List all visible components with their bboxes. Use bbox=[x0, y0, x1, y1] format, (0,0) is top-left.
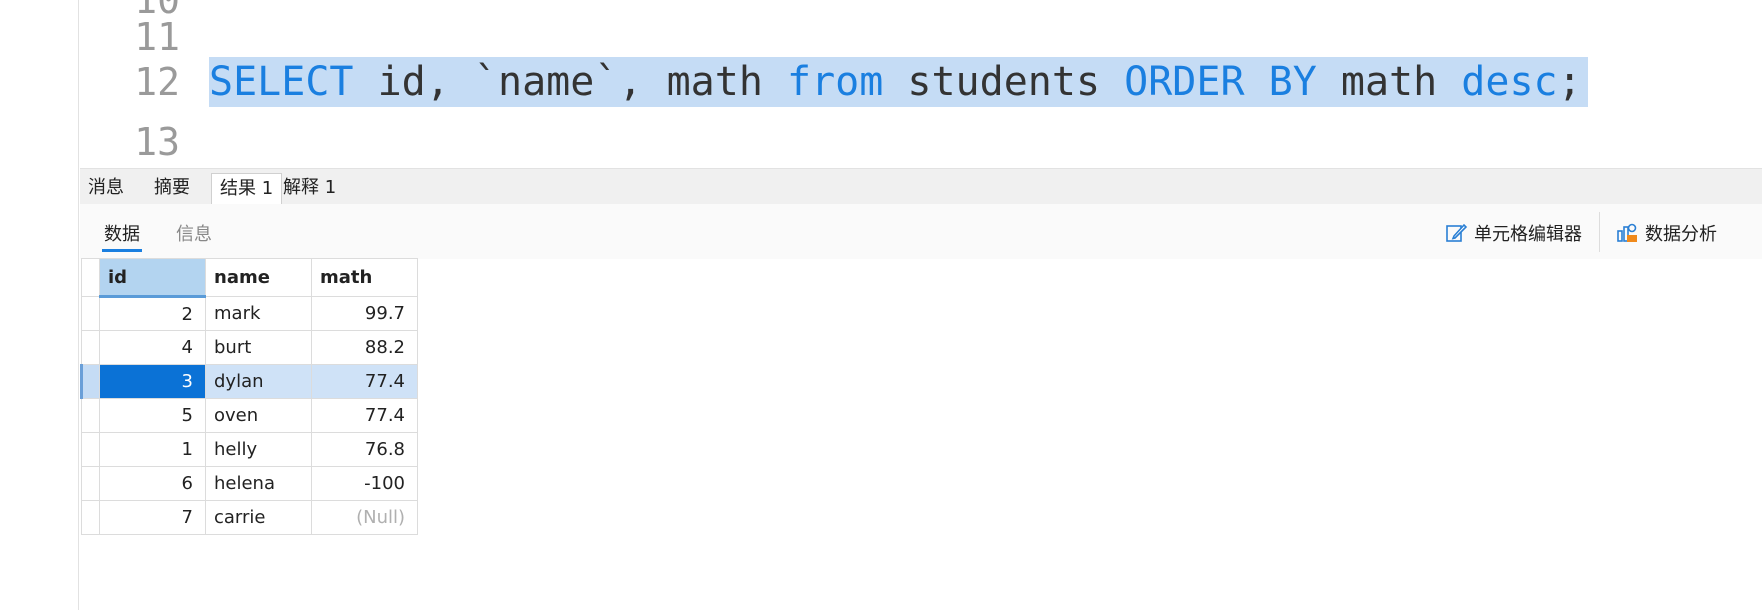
data-analysis-button[interactable]: 数据分析 bbox=[1615, 220, 1717, 246]
keyword-desc: desc bbox=[1461, 59, 1558, 105]
tab-summary[interactable]: 摘要 bbox=[146, 173, 198, 203]
keyword-order-by: ORDER BY bbox=[1124, 59, 1317, 105]
cell-math[interactable]: 77.4 bbox=[311, 398, 418, 433]
editor-line: 13 bbox=[80, 117, 1762, 166]
line-number: 12 bbox=[134, 60, 180, 104]
row-header[interactable] bbox=[81, 500, 100, 535]
cell-name[interactable]: dylan bbox=[205, 364, 312, 399]
editor-line-selected[interactable]: 12 SELECT id, `name`, math from students… bbox=[80, 57, 1762, 107]
tab-messages[interactable]: 消息 bbox=[80, 173, 132, 203]
editor-line: 11 bbox=[80, 12, 1762, 62]
sql-table: students bbox=[883, 59, 1125, 105]
cell-math-null[interactable]: (Null) bbox=[311, 500, 418, 535]
table-row[interactable]: 7 carrie (Null) bbox=[81, 500, 418, 535]
keyword-from: from bbox=[786, 59, 884, 105]
result-toolbar: 数据 信息 单元格编辑器 数据分析 bbox=[80, 204, 1762, 259]
table-row[interactable]: 2 mark 99.7 bbox=[81, 296, 418, 331]
column-header-name[interactable]: name bbox=[205, 258, 312, 297]
data-analysis-label: 数据分析 bbox=[1645, 224, 1717, 245]
sql-columns: id, `name`, math bbox=[353, 59, 787, 105]
table-row-selected[interactable]: 3 dylan 77.4 bbox=[80, 364, 418, 399]
row-header[interactable] bbox=[81, 296, 100, 331]
cell-id[interactable]: 6 bbox=[99, 466, 206, 501]
line-number: 11 bbox=[134, 15, 180, 59]
row-header[interactable] bbox=[81, 398, 100, 433]
grid-header-row: id name math bbox=[81, 258, 418, 298]
cell-math[interactable]: -100 bbox=[311, 466, 418, 501]
cell-editor-label: 单元格编辑器 bbox=[1474, 224, 1582, 245]
cell-id[interactable]: 2 bbox=[99, 296, 206, 331]
result-tab-bar: 消息 摘要 结果 1 解释 1 bbox=[80, 168, 1762, 205]
tab-result-1[interactable]: 结果 1 bbox=[211, 173, 283, 205]
column-header-math[interactable]: math bbox=[311, 258, 418, 297]
cell-id[interactable]: 1 bbox=[99, 432, 206, 467]
row-header[interactable] bbox=[81, 466, 100, 501]
sql-order-column: math bbox=[1316, 59, 1462, 105]
sql-statement[interactable]: SELECT id, `name`, math from students OR… bbox=[209, 57, 1588, 107]
cell-editor-button[interactable]: 单元格编辑器 bbox=[1444, 220, 1582, 246]
cell-name[interactable]: mark bbox=[205, 296, 312, 331]
cell-id[interactable]: 7 bbox=[99, 500, 206, 535]
row-header[interactable] bbox=[81, 432, 100, 467]
subtab-data[interactable]: 数据 bbox=[102, 220, 142, 252]
left-gutter-strip bbox=[0, 0, 79, 610]
table-row[interactable]: 6 helena -100 bbox=[81, 466, 418, 501]
cell-id[interactable]: 4 bbox=[99, 330, 206, 365]
tab-explain-1[interactable]: 解释 1 bbox=[275, 173, 344, 203]
column-header-id[interactable]: id bbox=[99, 258, 206, 298]
cell-name[interactable]: carrie bbox=[205, 500, 312, 535]
row-header[interactable] bbox=[80, 364, 100, 399]
cell-math[interactable]: 99.7 bbox=[311, 296, 418, 331]
table-row[interactable]: 4 burt 88.2 bbox=[81, 330, 418, 365]
cell-math[interactable]: 76.8 bbox=[311, 432, 418, 467]
keyword-select: SELECT bbox=[209, 59, 354, 105]
result-grid: id name math 2 mark 99.7 4 burt 88.2 3 d… bbox=[80, 258, 418, 535]
cell-id[interactable]: 3 bbox=[99, 364, 206, 399]
row-header-corner[interactable] bbox=[81, 258, 100, 297]
row-header[interactable] bbox=[81, 330, 100, 365]
data-analysis-icon bbox=[1617, 223, 1637, 242]
line-number: 13 bbox=[134, 120, 180, 164]
cell-name[interactable]: helena bbox=[205, 466, 312, 501]
cell-math[interactable]: 88.2 bbox=[311, 330, 418, 365]
cell-id[interactable]: 5 bbox=[99, 398, 206, 433]
edit-pencil-icon bbox=[1446, 223, 1468, 242]
subtab-info[interactable]: 信息 bbox=[176, 220, 212, 246]
toolbar-separator bbox=[1599, 212, 1600, 252]
table-row[interactable]: 1 helly 76.8 bbox=[81, 432, 418, 467]
cell-name[interactable]: helly bbox=[205, 432, 312, 467]
table-row[interactable]: 5 oven 77.4 bbox=[81, 398, 418, 433]
cell-name[interactable]: burt bbox=[205, 330, 312, 365]
sql-editor[interactable]: 10 11 12 SELECT id, `name`, math from st… bbox=[80, 0, 1762, 166]
cell-name[interactable]: oven bbox=[205, 398, 312, 433]
cell-math[interactable]: 77.4 bbox=[311, 364, 418, 399]
sql-terminator: ; bbox=[1557, 59, 1582, 105]
